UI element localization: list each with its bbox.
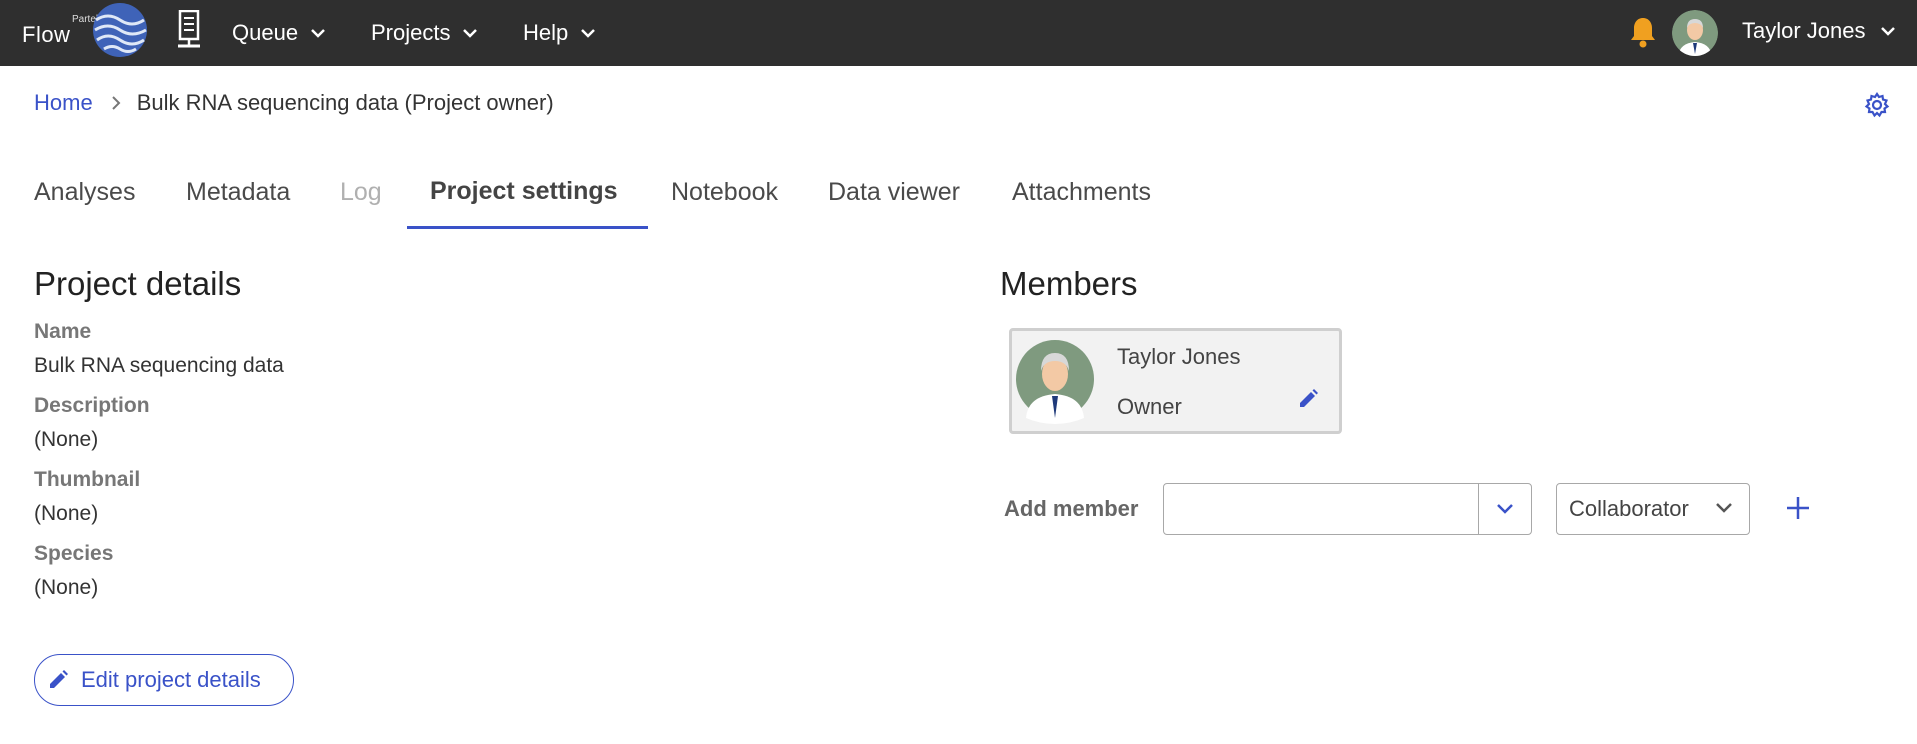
member-role-select[interactable]: Collaborator [1556, 483, 1750, 535]
chevron-right-icon [111, 95, 121, 111]
breadcrumb: Home Bulk RNA sequencing data (Project o… [34, 90, 554, 116]
tab-analyses[interactable]: Analyses [34, 178, 135, 207]
tab-log[interactable]: Log [340, 178, 382, 207]
user-menu[interactable]: Taylor Jones [1742, 18, 1896, 44]
pencil-icon[interactable] [1297, 388, 1319, 410]
breadcrumb-current: Bulk RNA sequencing data (Project owner) [136, 90, 554, 115]
member-card: Taylor Jones Owner [1009, 328, 1342, 434]
breadcrumb-home-link[interactable]: Home [34, 90, 93, 116]
description-label: Description [34, 394, 150, 417]
chevron-down-icon [311, 29, 325, 38]
user-avatar[interactable] [1672, 10, 1718, 56]
tab-metadata[interactable]: Metadata [186, 178, 290, 207]
avatar-person-icon [1672, 10, 1718, 56]
name-label: Name [34, 320, 92, 343]
species-label: Species [34, 542, 114, 565]
chevron-down-icon [463, 29, 478, 38]
tab-data-viewer[interactable]: Data viewer [828, 178, 960, 207]
member-role: Owner [1117, 394, 1182, 419]
nav-queue[interactable]: Queue [232, 18, 326, 48]
notification-bell-icon[interactable] [1629, 16, 1657, 48]
description-value: (None) [34, 428, 99, 451]
member-avatar [1016, 340, 1094, 424]
chevron-down-icon [581, 29, 596, 38]
server-icon[interactable] [176, 10, 202, 50]
gear-icon[interactable] [1864, 92, 1890, 118]
thumbnail-value: (None) [34, 502, 99, 525]
logo-brand: Flow [22, 22, 71, 47]
tab-notebook[interactable]: Notebook [671, 178, 778, 207]
nav-help[interactable]: Help [523, 18, 596, 48]
tab-attachments[interactable]: Attachments [1012, 178, 1151, 207]
nav-projects[interactable]: Projects [371, 18, 478, 48]
chevron-down-icon [1880, 27, 1895, 36]
edit-project-details-button[interactable]: Edit project details [34, 654, 294, 706]
add-member-label: Add member [1004, 496, 1139, 521]
add-member-combobox [1163, 483, 1532, 535]
name-value: Bulk RNA sequencing data [34, 354, 284, 377]
chevron-down-icon [1497, 504, 1513, 514]
members-title: Members [1000, 265, 1138, 302]
nav-projects-label: Projects [371, 20, 451, 45]
top-navigation-bar: Partek Flow Queue Projects Help Taylor J… [0, 0, 1917, 66]
nav-help-label: Help [523, 20, 569, 45]
thumbnail-label: Thumbnail [34, 468, 141, 491]
add-member-input[interactable] [1164, 484, 1478, 534]
pencil-icon [50, 670, 68, 688]
add-member-dropdown-button[interactable] [1479, 484, 1531, 534]
add-plus-icon[interactable] [1785, 495, 1811, 521]
user-name: Taylor Jones [1742, 18, 1866, 43]
member-role-selected: Collaborator [1569, 496, 1689, 521]
tab-project-settings[interactable]: Project settings [430, 177, 618, 206]
partek-flow-logo[interactable]: Partek Flow [20, 2, 148, 62]
species-value: (None) [34, 576, 99, 599]
edit-project-details-label: Edit project details [81, 667, 261, 692]
member-name: Taylor Jones [1117, 344, 1241, 369]
logo-wave-icon [93, 3, 147, 57]
chevron-down-icon [1716, 503, 1732, 513]
active-tab-indicator [407, 226, 648, 229]
nav-queue-label: Queue [232, 20, 299, 45]
project-details-title: Project details [34, 265, 242, 302]
